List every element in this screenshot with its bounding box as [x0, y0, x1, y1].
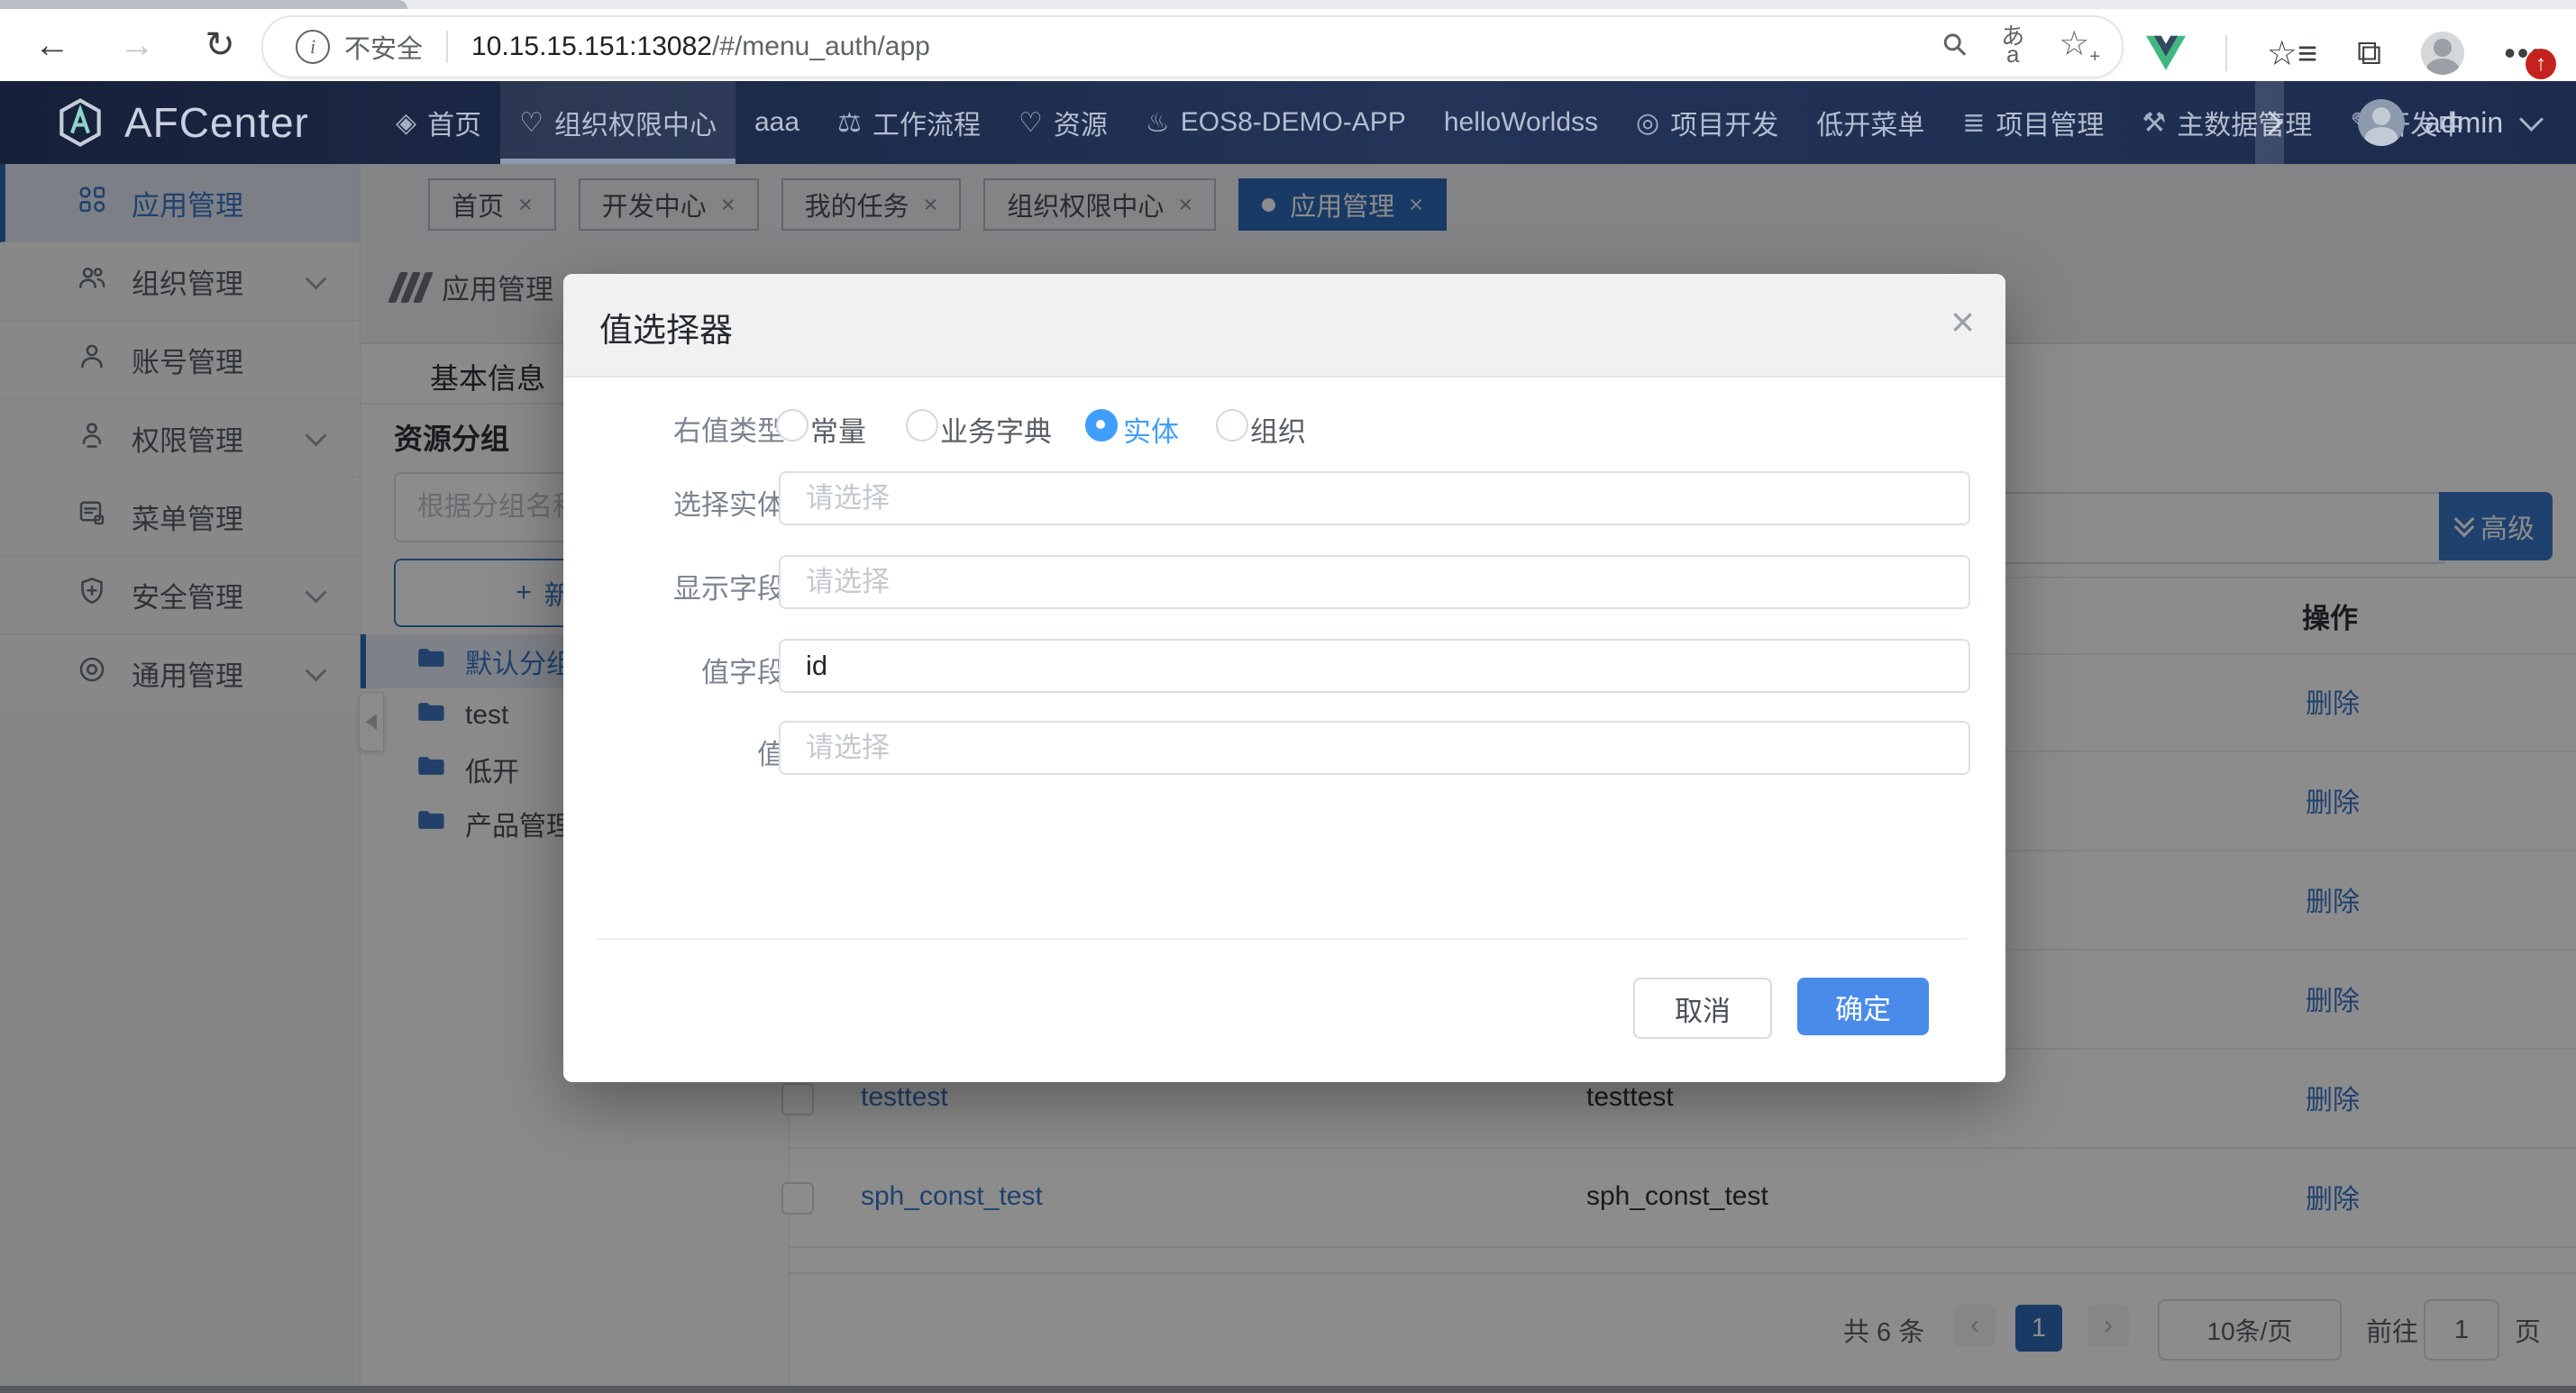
display-field-select[interactable] [779, 555, 1970, 609]
user-menu[interactable]: admin [2358, 81, 2540, 164]
cancel-button[interactable]: 取消 [1633, 978, 1772, 1039]
top-nav-item-3[interactable]: aaa [735, 81, 818, 164]
user-avatar [2358, 99, 2405, 146]
entity-select-field[interactable] [779, 471, 1970, 525]
top-nav-item-label: 组织权限中心 [554, 103, 717, 142]
radio-3-checked[interactable] [1085, 409, 1118, 442]
browser-tab-strip [0, 0, 2576, 9]
user-name: admin [2425, 106, 2503, 140]
browser-toolbar: ← → ↻ i 不安全 10.15.15.151:13082/#/menu_au… [0, 9, 2576, 83]
value-field-input[interactable] [781, 650, 1969, 682]
security-label: 不安全 [344, 28, 423, 66]
reload-icon[interactable]: ↻ [200, 9, 240, 81]
url-path[interactable]: /#/menu_auth/app [712, 32, 930, 62]
top-nav-item-label: 首页 [427, 103, 481, 142]
window-bottom-edge [0, 1386, 2576, 1393]
vue-devtools-icon[interactable] [2146, 35, 2186, 71]
top-nav-item-4[interactable]: ⚖ 工作流程 [818, 81, 1000, 164]
top-nav-item-6[interactable]: ♨ EOS8-DEMO-APP [1127, 81, 1425, 164]
heart-icon: ♡ [519, 107, 544, 139]
top-nav-item-8[interactable]: ◎ 项目开发 [1617, 81, 1797, 164]
top-nav-item-label: helloWorldss [1444, 107, 1598, 138]
display-field-input[interactable] [781, 566, 1969, 598]
update-badge-icon[interactable]: ↑ [2526, 49, 2556, 79]
afcenter-logo-icon [52, 95, 108, 150]
radio-label-2[interactable]: 业务字典 [940, 409, 1052, 450]
browser-profile-avatar[interactable] [2421, 32, 2464, 75]
modal-title: 值选择器 [599, 303, 733, 351]
address-bar[interactable]: i 不安全 10.15.15.151:13082/#/menu_auth/app… [261, 15, 2124, 78]
top-nav-item-9[interactable]: 低开菜单 [1797, 81, 1943, 164]
ok-button[interactable]: 确定 [1797, 978, 1929, 1035]
app-logo[interactable]: AFCenter [0, 95, 377, 150]
compass-icon: ◎ [1636, 107, 1659, 139]
top-nav-item-label: 资源 [1054, 103, 1108, 142]
top-nav-item-1[interactable]: ◈ 首页 [377, 81, 500, 164]
forward-icon[interactable]: → [117, 9, 157, 81]
nav-overflow-button[interactable] [2255, 81, 2284, 164]
translate-icon[interactable]: あa [2001, 27, 2024, 63]
browser-tab[interactable] [0, 0, 407, 9]
top-nav-item-label: 项目管理 [1996, 103, 2104, 142]
collections-icon[interactable]: ⧉ [2357, 34, 2381, 73]
top-nav-item-11[interactable]: ⚒ 主数据管理 [2123, 81, 2331, 164]
heart-icon: ♡ [1019, 107, 1043, 139]
top-nav-item-7[interactable]: helloWorldss [1425, 81, 1617, 164]
top-nav-item-label: 低开菜单 [1816, 103, 1924, 142]
top-nav-item-2[interactable]: ♡ 组织权限中心 [500, 81, 735, 164]
app-brand-name: AFCenter [124, 98, 309, 147]
radio-4[interactable] [1216, 409, 1248, 442]
divider [2225, 35, 2227, 71]
top-nav-item-label: 工作流程 [872, 103, 981, 142]
info-icon[interactable]: i [296, 30, 330, 64]
value-selector-modal: 值选择器 × 右值类型： 常量业务字典实体组织 选择实体： 显示字段： 值字段：… [563, 274, 2005, 1082]
radio-2[interactable] [906, 409, 938, 442]
radio-label-4[interactable]: 组织 [1250, 409, 1306, 450]
value-field-field[interactable] [779, 639, 1970, 693]
top-nav-item-label: 项目开发 [1670, 103, 1778, 142]
top-nav-item-label: 主数据管理 [2177, 103, 2312, 142]
top-nav-item-10[interactable]: ≣ 项目管理 [1943, 81, 2123, 164]
top-nav-item-label: EOS8-DEMO-APP [1181, 107, 1406, 138]
top-nav-items: ◈ 首页 ♡ 组织权限中心 aaa ⚖ 工作流程 ♡ 资源 ♨ EOS8-DEMO-APP hello… [377, 81, 2475, 164]
close-icon[interactable]: × [1950, 297, 1975, 346]
app-top-nav: AFCenter ◈ 首页 ♡ 组织权限中心 aaa ⚖ 工作流程 ♡ 资源 ♨ EOS8-DEMO… [0, 81, 2576, 164]
diamond-icon: ◈ [396, 107, 416, 139]
url-host[interactable]: 10.15.15.151:13082 [471, 32, 712, 62]
divider [446, 31, 448, 63]
screen: ← → ↻ i 不安全 10.15.15.151:13082/#/menu_au… [0, 0, 2576, 1393]
chevron-right-icon [2258, 111, 2282, 135]
chevron-down-icon [2519, 107, 2544, 132]
scales-icon: ⚖ [837, 107, 862, 139]
password-key-icon[interactable]: ⚲ [1935, 24, 1977, 66]
value-select-input[interactable] [781, 732, 1969, 764]
bookmark-star-icon[interactable]: ☆+ [2059, 23, 2100, 68]
layers-icon: ≣ [1962, 107, 1985, 139]
divider [597, 938, 1967, 940]
top-nav-item-label: aaa [754, 107, 799, 138]
entity-select-input[interactable] [781, 482, 1969, 514]
favorites-list-icon[interactable]: ☆≡ [2267, 33, 2317, 74]
radio-1[interactable] [776, 409, 808, 442]
modal-header: 值选择器 × [563, 274, 2005, 378]
radio-label-3[interactable]: 实体 [1123, 409, 1179, 450]
value-select-field[interactable] [779, 721, 1970, 775]
tools-icon: ⚒ [2142, 107, 2166, 139]
back-icon[interactable]: ← [32, 9, 72, 81]
alarm-icon: ♨ [1146, 107, 1170, 139]
top-nav-item-5[interactable]: ♡ 资源 [1000, 81, 1127, 164]
radio-label-1[interactable]: 常量 [810, 409, 866, 450]
